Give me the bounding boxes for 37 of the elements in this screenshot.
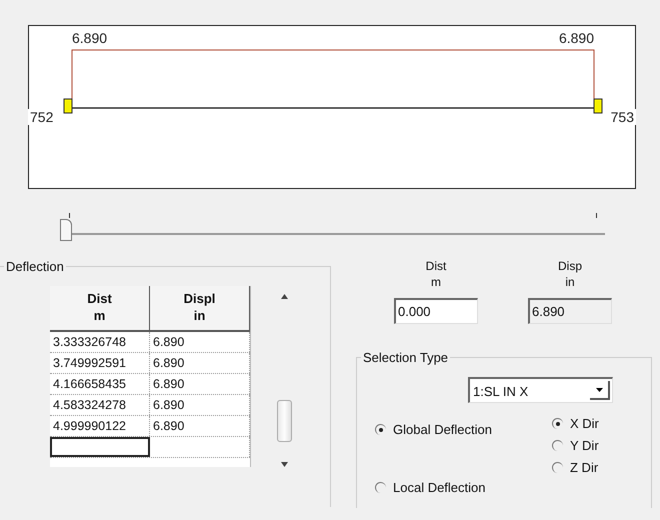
scrollbar-thumb[interactable] (276, 400, 292, 442)
radio-option[interactable]: Local Deflection (375, 478, 552, 497)
field-label: Dist m (426, 258, 446, 291)
table-cell: 6.890 (150, 395, 250, 415)
radio-option[interactable]: Y Dir (552, 436, 599, 455)
table-cell: 6.890 (150, 416, 250, 436)
radio-option[interactable]: Global Deflection (375, 420, 552, 439)
cell-editor[interactable] (50, 437, 150, 457)
displacement-label: 6.890 (558, 30, 594, 46)
table-cell: 4.999990122 (50, 416, 150, 436)
dropdown[interactable]: 1:SL IN X (468, 377, 613, 403)
radio-option[interactable]: Z Dir (552, 458, 599, 477)
table-cell: 3.333326748 (50, 332, 150, 352)
table-cell: 6.890 (150, 374, 250, 394)
table-cell: 4.166658435 (50, 374, 150, 394)
node-label: 752 (30, 109, 54, 125)
field-label: Disp in (558, 258, 582, 291)
tick-mark (596, 213, 597, 218)
slider-thumb[interactable] (60, 219, 72, 241)
displacement-label: 6.890 (72, 30, 108, 46)
table-cell: 6.890 (150, 332, 250, 352)
column-header: Displ in (150, 286, 250, 330)
column-header: Dist m (50, 286, 150, 330)
table-cell: 6.890 (150, 353, 250, 373)
radio-option[interactable]: X Dir (552, 414, 599, 433)
caret-icon (596, 388, 602, 392)
input-field[interactable]: 0.000 (394, 298, 478, 324)
support-marker (594, 98, 602, 114)
tick-mark (69, 213, 70, 218)
down-arrow-icon (280, 462, 288, 467)
table-cell: 3.749992591 (50, 353, 150, 373)
group-title: Selection Type (361, 350, 450, 365)
up-arrow-icon (280, 294, 288, 299)
node-label: 753 (610, 109, 634, 125)
support-marker (64, 98, 72, 114)
table-cell: 4.583324278 (50, 395, 150, 415)
group-title: Deflection (4, 259, 66, 274)
